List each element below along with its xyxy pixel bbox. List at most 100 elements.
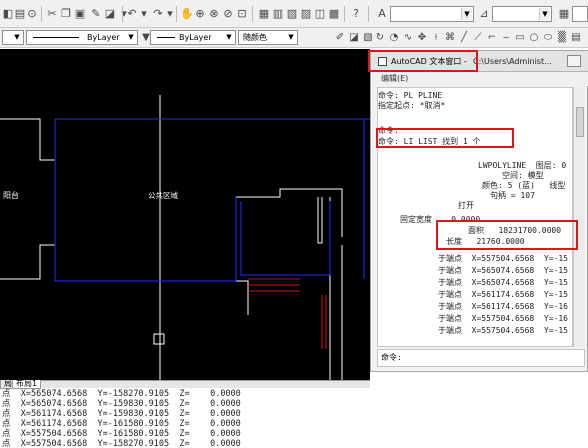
design-center-icon[interactable]: ▥ [272,8,284,20]
chevron-down-icon: ▼ [128,33,134,41]
plotstyle-value: 随颜色 [243,33,267,42]
minimize-button[interactable] [567,55,581,67]
room-label-balcony: 阳台 [3,190,19,200]
measure-icon[interactable]: ⟊ [430,32,442,44]
text-window[interactable]: AutoCAD 文本窗口 - C:\Users\Administ... 编辑(E… [370,50,588,372]
standard-toolbar: ◧ ▤ ⊙ ✂ ❐ ▣ ✎ ◪ ▾ ↶ ▾ ↷ ▾ ✋ ⊕ ⊗ ⊘ ⊡ ▦ ▥ … [0,0,588,28]
highlight-box-title [368,50,478,72]
line-icon[interactable]: ╱ [458,32,470,44]
floor-plan: 阳台 公共区域 [0,95,370,380]
chevron-down-icon: ▼ [226,33,232,41]
copy-icon[interactable]: ❐ [60,8,72,20]
rectangle-icon[interactable]: ▭ [514,32,526,44]
dash-icon[interactable]: ‒ [500,32,512,44]
text-style-icon[interactable]: A [376,8,388,20]
zoom-realtime-icon[interactable]: ⊕ [194,8,206,20]
lineweight-combo[interactable]: ByLayer ▼ [150,30,236,45]
vertex-line: 于端点 X=565074.6568 Y=-15 [438,266,568,275]
tab-layout1[interactable]: 布局1 [12,380,42,389]
table-style-combo[interactable] [572,6,588,22]
drawing-canvas[interactable]: 阳台 公共区域 [0,49,370,380]
toolbar-separator [41,6,42,22]
text-window-content[interactable]: 命令: PL PLINE 指定起点: *取消* 命令: 命令: LI LIST … [377,87,573,347]
arc-icon[interactable]: ◔ [388,32,400,44]
circle-icon[interactable]: ○ [528,32,540,44]
open-line: 打开 [458,201,474,210]
vertical-scrollbar[interactable] [573,87,585,347]
rotate-icon[interactable]: ↻ [374,32,386,44]
match-icon[interactable]: ▤ [14,8,26,20]
tool-palette-icon[interactable]: ▧ [286,8,298,20]
toolbar-separator [344,6,345,22]
toolbar-separator [368,6,369,22]
dim-style-combo[interactable]: ▼ [492,6,552,22]
sheet-set-icon[interactable]: ▨ [300,8,312,20]
redo-icon[interactable]: ↷ [152,8,164,20]
paste-icon[interactable]: ▣ [74,8,86,20]
wall-line [235,197,249,315]
history-line: 点 X=557504.6568 Y=-158270.9105 Z= 0.0000 [2,439,241,448]
table-style-icon[interactable]: ▦ [558,8,570,20]
style-combo[interactable]: ▼ [390,6,474,22]
dim-style-icon[interactable]: ⊿ [478,8,490,20]
linetype-value: ByLayer [87,33,120,42]
highlight-box-list-command [376,128,514,148]
wall-line [0,118,55,161]
xline-icon[interactable]: ⟋ [472,32,484,44]
spline-icon[interactable]: ∿ [402,32,414,44]
region-icon[interactable]: ▤ [570,32,582,44]
chevron-down-icon[interactable]: ▾ [138,8,150,20]
cut-icon[interactable]: ✂ [46,8,58,20]
preview-icon[interactable]: ⊙ [26,8,38,20]
command-history: 点 X=565074.6568 Y=-158270.9105 Z= 0.0000… [0,389,588,448]
move-icon[interactable]: ✥ [416,32,428,44]
help-icon[interactable]: ? [350,8,362,20]
undo-icon[interactable]: ↶ [126,8,138,20]
join-icon[interactable]: ⌘ [444,32,456,44]
properties-toolbar: ▼ ByLayer ▼ ▼ ByLayer ▼ 随颜色 ▼ ✐ ◪ ▧ ↻ ◔ … [0,28,588,48]
vertex-line: 于端点 X=565074.6568 Y=-15 [438,278,568,287]
vertex-line: 于端点 X=561174.6568 Y=-16 [438,302,568,311]
plotstyle-combo[interactable]: 随颜色 ▼ [238,30,298,45]
text-window-menu: 编辑(E) [371,72,588,86]
highlight-box-area-length [436,220,578,250]
crosshair-box [153,333,165,345]
menu-edit[interactable]: 编辑(E) [381,74,408,83]
wall-line [317,197,323,244]
pencil-icon[interactable]: ✐ [334,32,346,44]
zoom-extents-icon[interactable]: ⊡ [236,8,248,20]
layer-state-icon[interactable]: ◪ [348,32,360,44]
layer-icon[interactable]: ◧ [2,8,14,20]
brush-icon[interactable]: ✎ [90,8,102,20]
polyline-icon[interactable]: ⌐ [486,32,498,44]
linetype-preview [33,37,79,38]
scrollbar-thumb[interactable] [576,107,584,137]
hatch-icon[interactable]: ▒ [556,32,568,44]
lineweight-preview [157,37,175,38]
vertex-line: 于端点 X=557504.6568 Y=-16 [438,314,568,323]
calculator-icon[interactable]: ▩ [328,8,340,20]
polyline-boundary [240,201,331,276]
layer-prev-icon[interactable]: ▧ [362,32,374,44]
layer-combo-tail[interactable]: ▼ [2,30,24,45]
chevron-down-icon: ▼ [461,8,472,20]
text-window-path: C:\Users\Administ... [473,57,552,66]
zoom-previous-icon[interactable]: ⊘ [222,8,234,20]
ellipse-icon[interactable]: ⬭ [542,32,554,44]
room-label-public-area: 公共区域 [148,190,178,200]
pan-icon[interactable]: ✋ [180,8,194,20]
polyline-boundary [54,119,236,282]
zoom-window-icon[interactable]: ⊗ [208,8,220,20]
wall-line [0,244,55,280]
wall-line [236,188,343,237]
properties-icon[interactable]: ▦ [258,8,270,20]
chevron-down-icon[interactable]: ▾ [164,8,176,20]
command-input[interactable]: 命令: [377,349,585,367]
history-line: 指定起点: *取消* [378,101,446,110]
chevron-down-icon: ▼ [14,33,20,41]
linetype-combo[interactable]: ByLayer ▼ [26,30,138,45]
toolbar-separator [176,6,177,22]
block-icon[interactable]: ◪ [104,8,116,20]
markup-icon[interactable]: ◫ [314,8,326,20]
toolbar-separator [252,6,253,22]
